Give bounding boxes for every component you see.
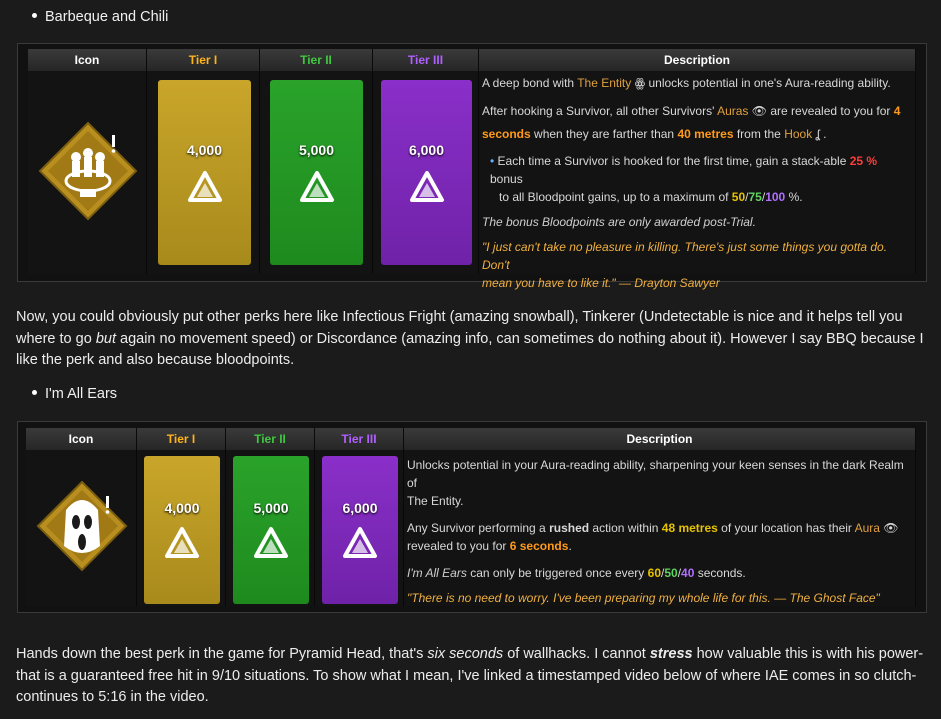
tier2-cell: 5,000	[260, 71, 373, 274]
perk-quote: "I just can't take no pleasure in killin…	[482, 240, 888, 290]
entity-link[interactable]: The Entity	[577, 76, 631, 90]
bullet-iae-label: I'm All Ears	[45, 386, 118, 402]
header-tier2: Tier II	[260, 49, 373, 71]
tier2-cost: 5,000	[298, 142, 335, 158]
tier1-cost: 4,000	[164, 500, 200, 516]
perk-table-iae: Icon Tier I Tier II Tier III Description…	[17, 421, 927, 613]
header-tier3: Tier III	[373, 49, 479, 71]
bbq-perk-icon	[38, 121, 138, 221]
icon-cell	[28, 71, 147, 274]
tier3-cell: 6,000	[373, 71, 479, 274]
entity-icon: ꙮ	[634, 76, 646, 90]
ghostface-perk-icon	[36, 480, 128, 572]
bloodpoint-icon	[300, 171, 334, 202]
table-inner: Icon Tier I Tier II Tier III Description…	[26, 428, 916, 606]
tier1-cost: 4,000	[186, 142, 223, 158]
perk-quote: "There is no need to worry. I've been pr…	[407, 591, 880, 605]
tier2-cost: 5,000	[253, 500, 289, 516]
bullet-dot	[32, 389, 37, 395]
auras-link[interactable]: Auras	[717, 104, 748, 118]
aura-eye-icon: 👁	[751, 104, 768, 118]
aura-eye-icon: 👁	[883, 521, 899, 535]
perk-table-bbq: Icon Tier I Tier II Tier III Description…	[17, 43, 927, 290]
tier1-cell: 4,000	[147, 71, 260, 274]
header-tier1: Tier I	[147, 49, 260, 71]
bonus-note: The bonus Bloodpoints are only awarded p…	[482, 215, 756, 229]
bloodpoint-icon	[343, 527, 377, 558]
description-text: A deep bond with The Entity ꙮ unlocks po…	[482, 74, 912, 299]
header-icon: Icon	[28, 49, 147, 71]
tier3-card: 6,000	[381, 80, 472, 265]
description-cell: Unlocks potential in your Aura-reading a…	[404, 450, 916, 606]
header-description: Description	[404, 428, 916, 450]
header-tier1: Tier I	[137, 428, 226, 450]
tier2-cell: 5,000	[226, 450, 315, 606]
hook-link[interactable]: Hook	[784, 127, 812, 141]
tier2-card: 5,000	[270, 80, 363, 265]
tier3-cost: 6,000	[342, 500, 378, 516]
paragraph-2: Hands down the best perk in the game for…	[16, 646, 924, 705]
bloodpoint-icon	[254, 527, 288, 558]
bullet-bbq-label: Barbeque and Chili	[45, 9, 169, 25]
tier3-card: 6,000	[322, 456, 398, 604]
bonus-bullet: • Each time a Survivor is hooked for the…	[490, 154, 878, 204]
bullet-bbq: Barbeque and Chili	[32, 9, 168, 25]
tier1-card: 4,000	[144, 456, 220, 604]
bloodpoint-icon	[188, 171, 222, 202]
tier3-cost: 6,000	[408, 142, 445, 158]
paragraph-1: Now, you could obviously put other perks…	[16, 309, 924, 368]
tier3-cell: 6,000	[315, 450, 404, 606]
header-icon: Icon	[26, 428, 137, 450]
table-inner: Icon Tier I Tier II Tier III Description…	[28, 49, 916, 290]
header-tier3: Tier III	[315, 428, 404, 450]
tier1-card: 4,000	[158, 80, 251, 265]
bloodpoint-icon	[165, 527, 199, 558]
description-text: Unlocks potential in your Aura-reading a…	[407, 456, 912, 614]
hook-icon: ʆ	[815, 127, 820, 141]
description-cell: A deep bond with The Entity ꙮ unlocks po…	[479, 71, 916, 290]
header-tier2: Tier II	[226, 428, 315, 450]
tier1-cell: 4,000	[137, 450, 226, 606]
header-description: Description	[479, 49, 916, 71]
icon-cell	[26, 450, 137, 606]
bullet-dot	[32, 12, 37, 18]
bloodpoint-icon	[410, 171, 444, 202]
bullet-iae: I'm All Ears	[32, 386, 117, 402]
tier2-card: 5,000	[233, 456, 309, 604]
aura-link[interactable]: Aura	[855, 521, 880, 535]
